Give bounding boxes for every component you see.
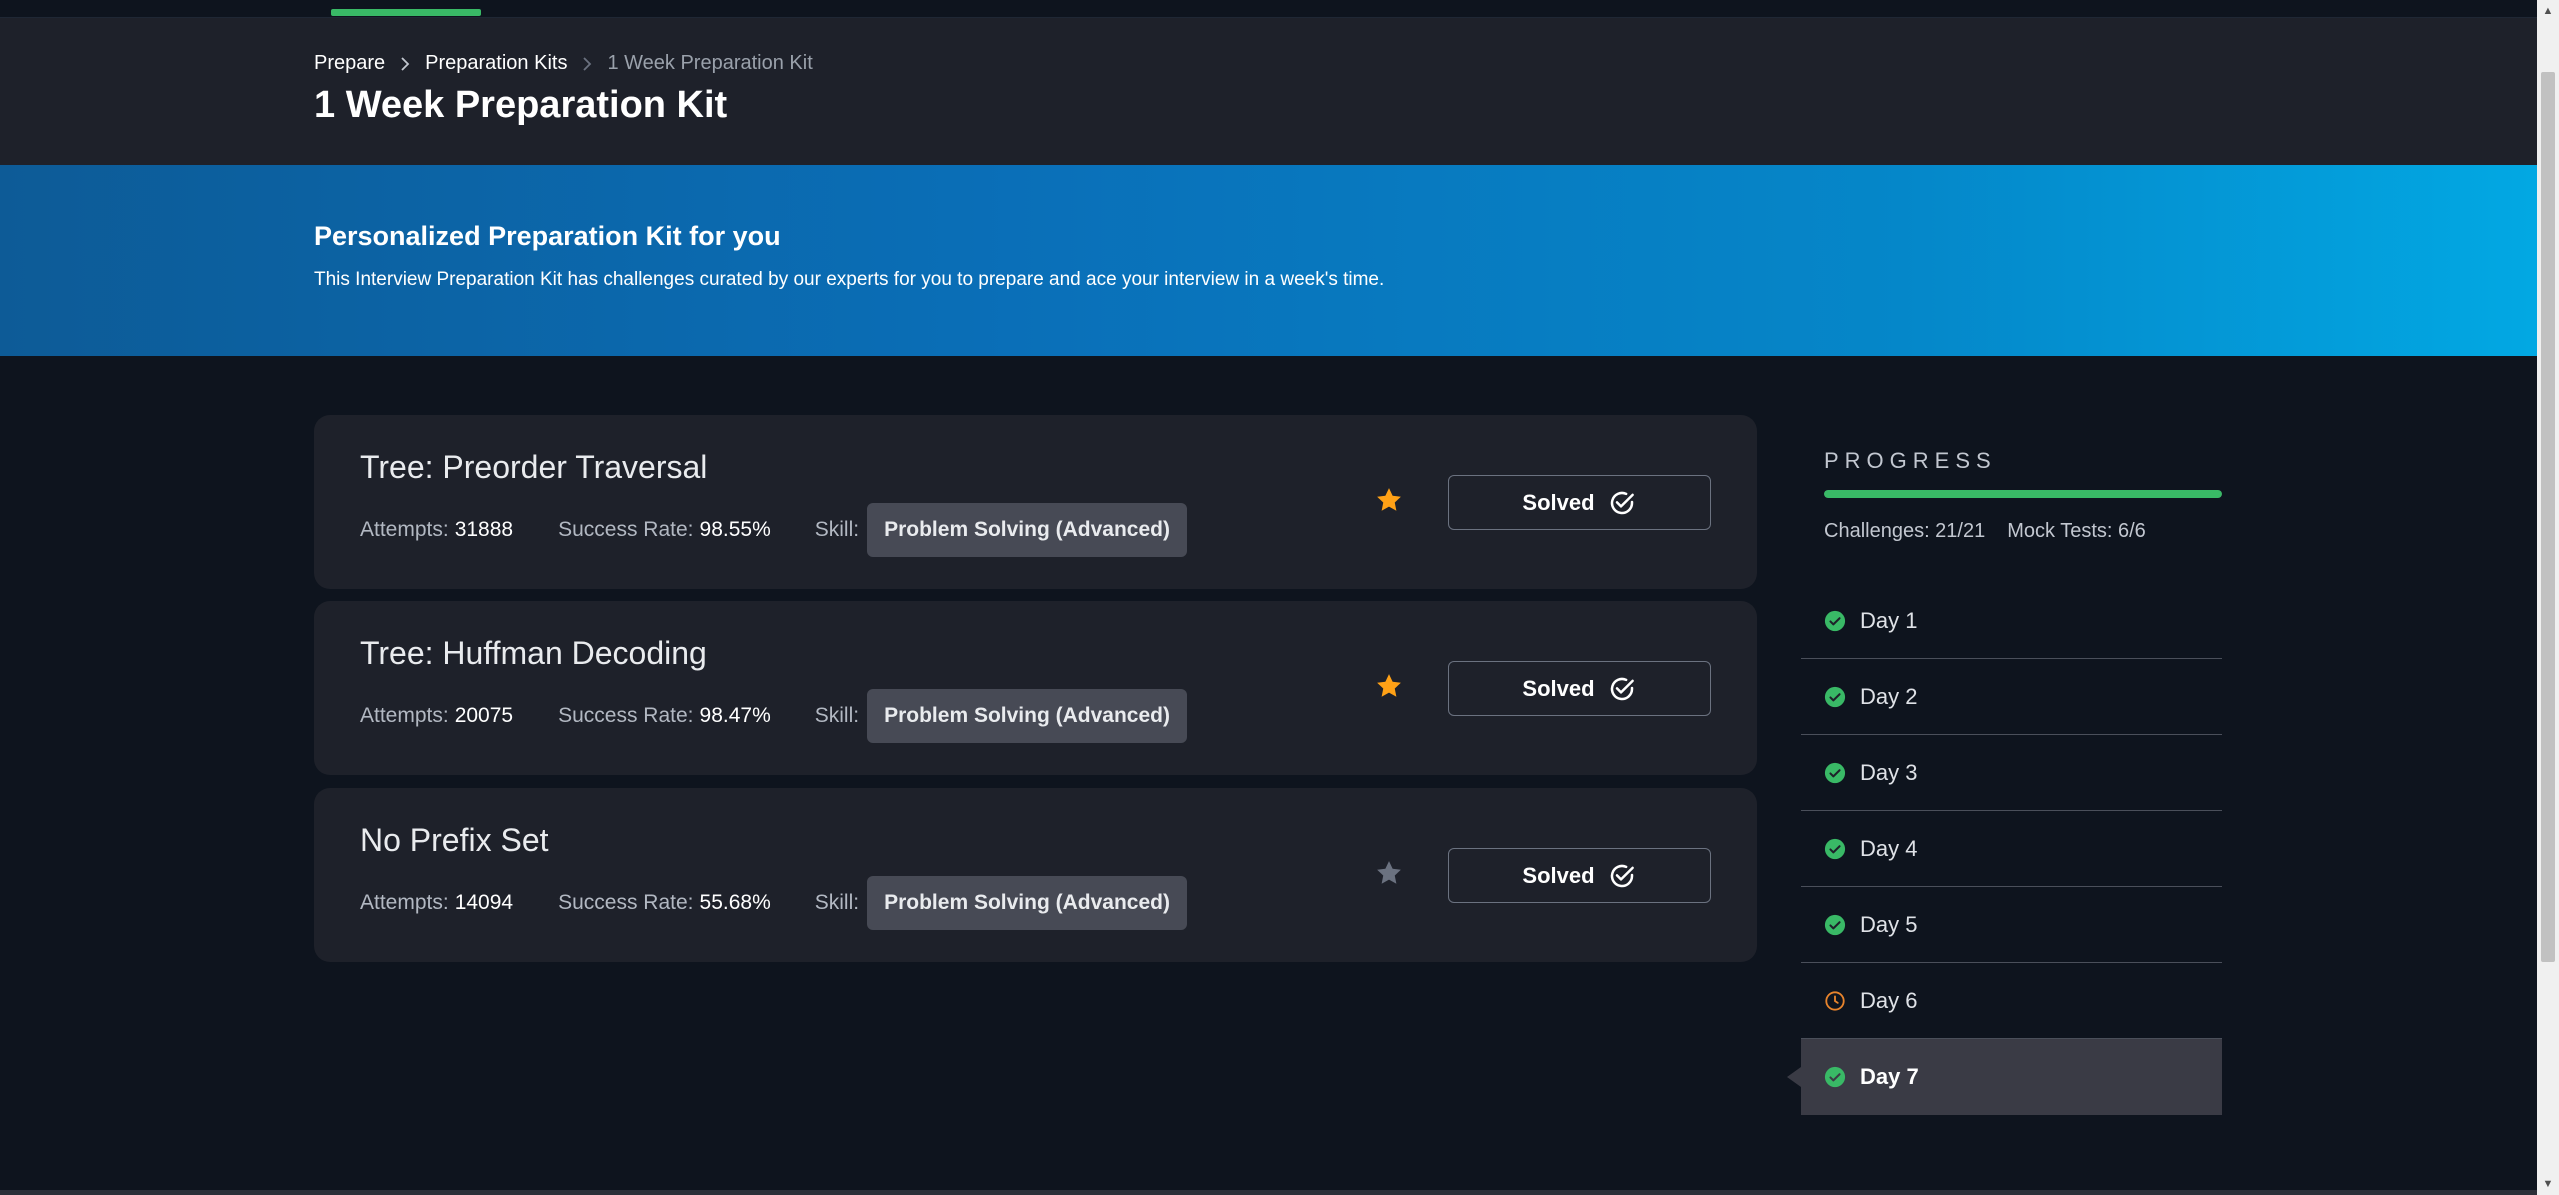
banner-heading: Personalized Preparation Kit for you [314,221,781,251]
solved-button[interactable]: Solved [1448,848,1711,903]
breadcrumb-current: 1 Week Preparation Kit [607,52,813,74]
breadcrumb-prepare[interactable]: Prepare [314,52,385,75]
scroll-down-arrow-icon[interactable]: ▼ [2537,1173,2559,1195]
page-title: 1 Week Preparation Kit [314,84,728,126]
day-label: Day 4 [1860,835,1918,861]
challenge-meta: Attempts: 14094 Success Rate: 55.68% Ski… [360,876,1187,930]
scroll-up-arrow-icon[interactable]: ▲ [2537,0,2559,22]
day-list: Day 1 Day 2 Day 3 Day 4 Day 5 Day 6 Day … [1787,583,2222,1115]
check-circle-filled-icon [1824,914,1846,935]
breadcrumb: Prepare Preparation Kits 1 Week Preparat… [314,52,813,75]
scrollbar-thumb[interactable] [2541,72,2555,962]
challenge-title[interactable]: Tree: Preorder Traversal [360,449,707,486]
day-item-7[interactable]: Day 7 [1787,1039,2222,1115]
skill-label: Skill: [814,704,860,727]
progress-bar [1824,490,2222,498]
attempts-label: Attempts: [360,518,449,541]
star-icon[interactable] [1374,485,1404,515]
success-rate-value: 98.55% [699,518,771,541]
bottom-border [0,1190,2537,1195]
solved-label: Solved [1522,862,1595,888]
day-item-4[interactable]: Day 4 [1801,811,2222,887]
star-icon[interactable] [1374,858,1404,888]
top-nav-strip [0,0,2537,18]
clock-icon [1825,990,1845,1011]
skill-label: Skill: [814,891,860,914]
solved-label: Solved [1522,489,1595,515]
challenge-meta: Attempts: 31888 Success Rate: 98.55% Ski… [360,503,1187,557]
day-label: Day 3 [1860,759,1918,785]
check-circle-filled-icon [1824,838,1846,859]
progress-stats: Challenges: 21/21 Mock Tests: 6/6 [1824,520,2146,543]
check-circle-filled-icon [1824,686,1846,707]
solved-button[interactable]: Solved [1448,661,1711,716]
check-circle-filled-icon [1824,762,1846,783]
kit-banner: Personalized Preparation Kit for you Thi… [0,165,2537,356]
chevron-right-icon [583,56,592,71]
day-item-5[interactable]: Day 5 [1801,887,2222,963]
mock-tests-count: Mock Tests: 6/6 [2007,520,2146,542]
check-circle-icon [1610,677,1634,700]
attempts-label: Attempts: [360,891,449,914]
solved-button[interactable]: Solved [1448,475,1711,530]
attempts-value: 20075 [454,704,514,727]
check-circle-filled-icon [1824,1066,1846,1088]
attempts-value: 31888 [454,518,514,541]
challenge-card[interactable]: Tree: Huffman Decoding Attempts: 20075 S… [314,601,1757,775]
breadcrumb-preparation-kits[interactable]: Preparation Kits [425,52,567,75]
challenge-card[interactable]: Tree: Preorder Traversal Attempts: 31888… [314,415,1757,589]
day-item-6[interactable]: Day 6 [1801,963,2222,1039]
challenge-title[interactable]: Tree: Huffman Decoding [360,635,707,672]
skill-chip[interactable]: Problem Solving (Advanced) [867,876,1187,930]
check-circle-filled-icon [1824,610,1846,631]
day-item-2[interactable]: Day 2 [1801,659,2222,735]
vertical-scrollbar[interactable]: ▲ ▼ [2537,0,2559,1195]
day-item-1[interactable]: Day 1 [1801,583,2222,659]
day-label: Day 1 [1860,607,1918,633]
progress-bar-fill [1824,490,2222,498]
check-circle-icon [1610,491,1634,514]
skill-chip[interactable]: Problem Solving (Advanced) [867,689,1187,743]
day-item-3[interactable]: Day 3 [1801,735,2222,811]
day-label: Day 5 [1860,911,1918,937]
star-icon[interactable] [1374,671,1404,701]
solved-label: Solved [1522,675,1595,701]
success-rate-label: Success Rate: [558,518,694,541]
success-rate-value: 98.47% [699,704,771,727]
challenge-card[interactable]: No Prefix Set Attempts: 14094 Success Ra… [314,788,1757,962]
check-circle-icon [1610,864,1634,887]
progress-title: PROGRESS [1824,448,1997,473]
day-label: Day 7 [1860,1064,1919,1089]
attempts-label: Attempts: [360,704,449,727]
skill-label: Skill: [814,518,860,541]
day-label: Day 6 [1860,987,1918,1013]
banner-description: This Interview Preparation Kit has chall… [314,269,1385,290]
challenge-title[interactable]: No Prefix Set [360,822,549,859]
success-rate-value: 55.68% [699,891,771,914]
attempts-value: 14094 [454,891,514,914]
challenges-count: Challenges: 21/21 [1824,520,1986,542]
challenge-meta: Attempts: 20075 Success Rate: 98.47% Ski… [360,689,1187,743]
day-label: Day 2 [1860,683,1918,709]
active-tab-indicator [331,9,481,16]
chevron-right-icon [401,56,410,71]
success-rate-label: Success Rate: [558,891,694,914]
success-rate-label: Success Rate: [558,704,694,727]
skill-chip[interactable]: Problem Solving (Advanced) [867,503,1187,557]
page-header: Prepare Preparation Kits 1 Week Preparat… [0,18,2537,165]
